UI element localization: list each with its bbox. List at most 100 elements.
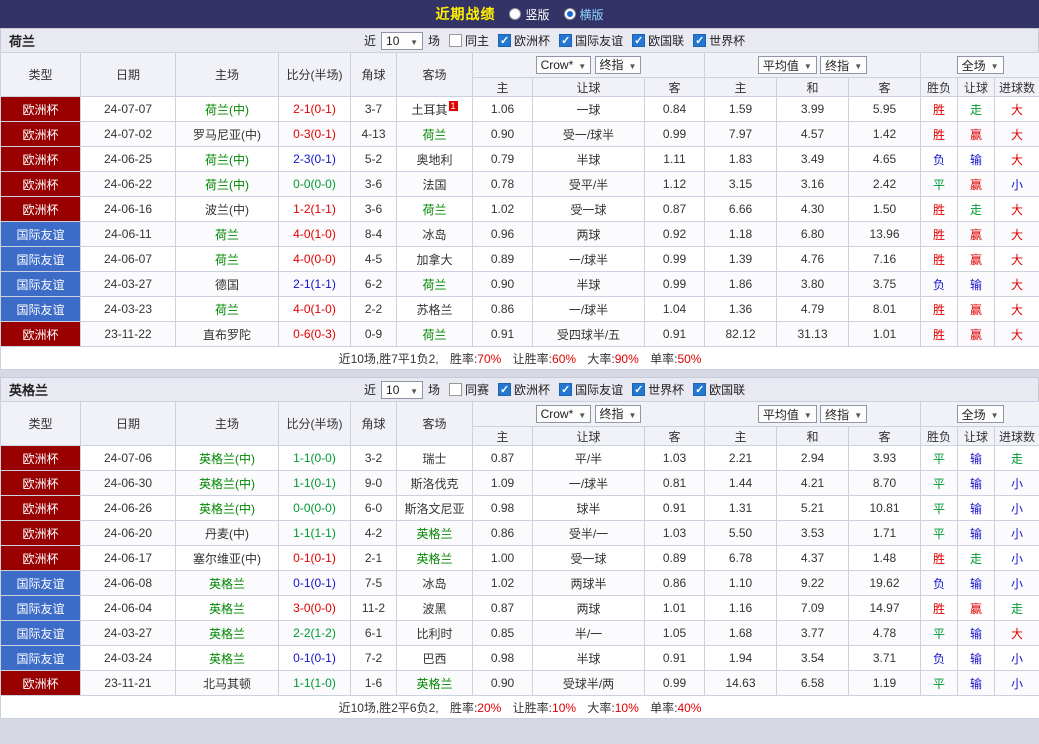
checkbox-unchecked-icon[interactable] (449, 383, 463, 396)
checkbox-checked-icon[interactable] (559, 383, 573, 396)
radio-selected-icon[interactable] (563, 8, 576, 20)
match-type-badge: 欧洲杯 (0, 121, 81, 147)
col-header-result-handicap: 让球 (957, 426, 996, 446)
match-score: 0-0(0-0) (278, 495, 351, 521)
final-odds-select[interactable]: 终指 (820, 56, 868, 74)
handicap-odds-away: 0.99 (644, 121, 705, 147)
scope-select[interactable]: 全场 (956, 56, 1004, 74)
scope-select[interactable]: 全场 (956, 405, 1004, 423)
avg-odds-home: 1.94 (704, 645, 777, 671)
match-type-badge: 欧洲杯 (0, 520, 81, 546)
checkbox-checked-icon[interactable] (693, 34, 707, 47)
radio-unselected-icon[interactable] (509, 8, 522, 20)
chevron-down-icon (991, 58, 999, 72)
result-goals: 大 (994, 121, 1039, 147)
chevron-down-icon (991, 407, 999, 421)
away-team: 瑞士 (396, 445, 473, 471)
avg-odds-draw: 4.37 (776, 545, 849, 571)
avg-odds-away: 8.70 (847, 470, 922, 496)
checkbox-checked-icon[interactable] (693, 383, 707, 396)
corner-score: 4-13 (350, 121, 397, 147)
final-odds-select[interactable]: 终指 (594, 55, 642, 74)
avg-odds-away: 1.42 (847, 121, 922, 147)
avg-odds-draw: 3.53 (776, 520, 849, 546)
away-team: 苏格兰 (396, 296, 473, 322)
checkbox-checked-icon[interactable] (632, 34, 646, 47)
home-team: 荷兰 (175, 296, 279, 322)
recent-count-select[interactable]: 10 (381, 31, 424, 50)
same-filter[interactable]: 同主 (449, 32, 489, 49)
match-score: 0-1(0-1) (278, 545, 351, 571)
radio-horizontal-label[interactable]: 横版 (580, 6, 604, 23)
avg-odds-draw: 4.57 (776, 121, 849, 147)
league-filter-label: 世界杯 (648, 383, 685, 397)
league-filter-friendly[interactable]: 国际友谊 (559, 381, 623, 398)
result-group-header: 全场 (920, 401, 1039, 427)
radio-vertical-label[interactable]: 竖版 (525, 6, 549, 23)
layout-radio-horizontal[interactable]: 横版 (563, 6, 604, 23)
handicap-odds-away: 1.01 (644, 595, 705, 621)
layout-radio-vertical[interactable]: 竖版 (509, 6, 550, 23)
same-filter[interactable]: 同赛 (449, 381, 489, 398)
league-filter-label: 欧洲杯 (514, 383, 551, 397)
checkbox-unchecked-icon[interactable] (449, 34, 463, 47)
average-select[interactable]: 平均值 (757, 56, 817, 74)
final-odds-select[interactable]: 终指 (594, 404, 642, 423)
bookmaker-select[interactable]: Crow* (535, 56, 592, 75)
result-handicap: 输 (957, 146, 996, 172)
match-score: 1-1(0-0) (278, 445, 351, 471)
match-date: 24-06-25 (80, 146, 176, 172)
league-filter-worldcup[interactable]: 世界杯 (632, 381, 684, 398)
result-handicap: 赢 (957, 321, 996, 347)
result-outcome: 平 (920, 620, 959, 646)
summary-prefix: 近10场,胜2平6负2, (338, 700, 439, 715)
avg-odds-home: 1.36 (704, 296, 777, 322)
match-row: 国际友谊 24-06-08 英格兰 0-1(0-1) 7-5 冰岛 1.02 两球半 0.86 1… (0, 570, 1039, 596)
handicap-odds-home: 0.89 (472, 246, 533, 272)
avg-odds-home: 14.63 (704, 670, 777, 696)
select-value: Crow* (540, 407, 574, 422)
handicap-odds-away: 1.03 (644, 445, 705, 471)
matches-tbody-0: 欧洲杯 24-07-07 荷兰(中) 2-1(0-1) 3-7 土耳其 1 1.06 一球 0.8… (0, 96, 1039, 347)
team-name: 英格兰 (9, 383, 49, 398)
avg-odds-draw: 2.94 (776, 445, 849, 471)
league-filter-friendly[interactable]: 国际友谊 (559, 32, 623, 49)
chevron-down-icon (854, 407, 862, 421)
avg-odds-home: 1.44 (704, 470, 777, 496)
avg-odds-away: 4.78 (847, 620, 922, 646)
home-team: 德国 (175, 271, 279, 297)
league-filter-nations[interactable]: 欧国联 (632, 32, 684, 49)
league-filter-euro[interactable]: 欧洲杯 (498, 32, 550, 49)
result-outcome: 胜 (920, 296, 959, 322)
recent-count-select[interactable]: 10 (381, 380, 424, 399)
result-outcome: 胜 (920, 545, 959, 571)
result-outcome: 平 (920, 495, 959, 521)
result-goals: 小 (994, 520, 1039, 546)
checkbox-checked-icon[interactable] (498, 34, 512, 47)
checkbox-checked-icon[interactable] (559, 34, 573, 47)
match-date: 24-03-24 (80, 645, 176, 671)
league-filter-worldcup[interactable]: 世界杯 (693, 32, 745, 49)
handicap-odds-home: 0.91 (472, 321, 533, 347)
avg-odds-home: 6.66 (704, 196, 777, 222)
league-filter-euro[interactable]: 欧洲杯 (498, 381, 550, 398)
checkbox-checked-icon[interactable] (632, 383, 646, 396)
result-handicap: 赢 (957, 296, 996, 322)
checkbox-checked-icon[interactable] (498, 383, 512, 396)
final-odds-select[interactable]: 终指 (820, 405, 868, 423)
match-score: 0-3(0-1) (278, 121, 351, 147)
avg-odds-away: 4.65 (847, 146, 922, 172)
corner-score: 4-2 (350, 520, 397, 546)
match-row: 欧洲杯 24-07-06 英格兰(中) 1-1(0-0) 3-2 瑞士 0.87 平/半 1.0… (0, 445, 1039, 471)
result-handicap: 输 (957, 620, 996, 646)
bookmaker-select[interactable]: Crow* (535, 405, 592, 424)
match-score: 4-0(1-0) (278, 296, 351, 322)
corner-score: 1-6 (350, 670, 397, 696)
home-team: 英格兰 (175, 595, 279, 621)
col-header-avg-away: 客 (847, 77, 922, 97)
result-goals: 大 (994, 296, 1039, 322)
away-team: 奥地利 (396, 146, 473, 172)
corner-score: 3-2 (350, 445, 397, 471)
average-select[interactable]: 平均值 (757, 405, 817, 423)
league-filter-nations[interactable]: 欧国联 (693, 381, 745, 398)
